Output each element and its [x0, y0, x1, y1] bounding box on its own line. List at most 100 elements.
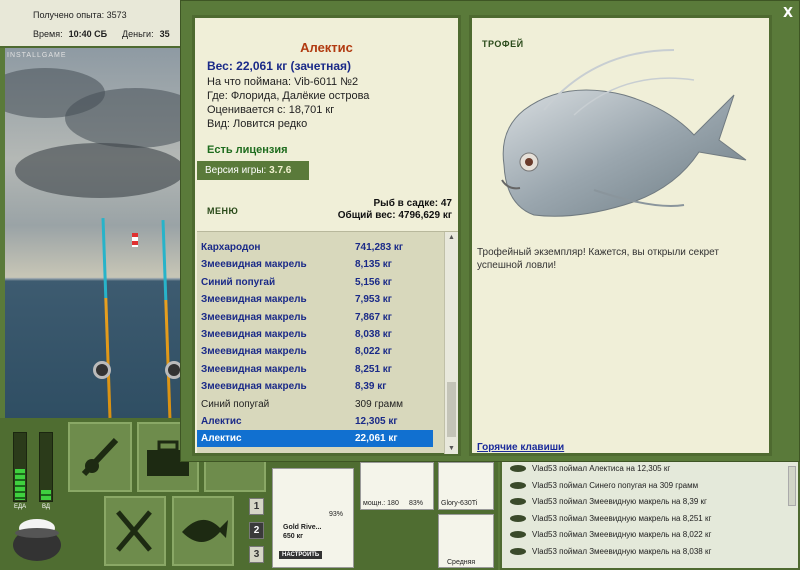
cauldron-icon[interactable] — [10, 513, 65, 566]
catch-list-row[interactable]: Алектис 12,305 кг — [197, 413, 433, 430]
scroll-up-arrow[interactable]: ▲ — [448, 234, 455, 241]
fish-catalog-button[interactable] — [172, 496, 234, 566]
fish-icon — [510, 514, 526, 522]
scroll-thumb[interactable] — [447, 382, 456, 437]
log-entry-text: Vlad53 поймал Алектиса на 12,305 кг — [532, 464, 671, 473]
catch-list-row[interactable]: Змеевидная макрель 8,251 кг — [197, 361, 433, 378]
catch-fish-weight: 309 грамм — [355, 398, 403, 410]
cloud — [15, 143, 185, 198]
log-entry-text: Vlad53 поймал Змеевидную макрель на 8,03… — [532, 547, 712, 556]
catch-fish-name: Алектис — [201, 416, 242, 427]
tackle-button[interactable] — [68, 422, 132, 492]
time-readout: Время: 10:40 СБ — [33, 29, 107, 39]
catch-fish-name: Змеевидная макрель — [201, 259, 307, 271]
watermark: INSTALLGAME — [7, 52, 67, 59]
hotkeys-link[interactable]: Горячие клавиши — [477, 442, 564, 453]
xp-label: Получено опыта: — [33, 10, 105, 20]
fish-picture — [501, 49, 747, 217]
time-value: 10:40 СБ — [68, 29, 108, 39]
fish-name: Алектис — [300, 40, 353, 55]
log-entry-text: Vlad53 поймал Змеевидную макрель на 8,39… — [532, 497, 707, 507]
menu-button[interactable]: МЕНЮ — [207, 206, 238, 216]
rod-weight: 650 кг — [283, 533, 304, 540]
close-button[interactable]: X — [783, 6, 793, 21]
rod-durability: 93% — [329, 511, 344, 518]
catch-fish-weight: 8,251 кг — [355, 363, 392, 375]
catch-fish-name: Змеевидная макрель — [201, 329, 307, 340]
version-label: Версия игры: — [205, 165, 267, 176]
catch-fish-weight: 8,39 кг — [355, 381, 387, 393]
fishing-rod-1[interactable] — [101, 218, 112, 418]
catch-list: ▲ ▼ Кархародон 741,283 кг Змеевидная макре… — [197, 231, 458, 454]
catch-fish-weight: 8,135 кг — [355, 259, 392, 271]
lure-slot[interactable]: Средняя — [438, 514, 494, 568]
catch-fish-weight: 8,038 кг — [355, 329, 392, 340]
fishing-scene[interactable]: INSTALLGAME — [5, 48, 185, 418]
money-value: 35 — [159, 29, 170, 39]
trophy-panel: ТРОФЕЙ Трофейный экземпляр! Кажется, вы … — [469, 15, 772, 456]
catch-fish-weight: 5,156 кг — [355, 276, 392, 288]
location-info: Где: Флорида, Далёкие острова — [207, 90, 370, 102]
catch-fish-name: Кархародон — [201, 242, 261, 253]
catch-list-row[interactable]: Кархародон 741,283 кг — [197, 239, 433, 256]
catch-list-row[interactable]: Синий попугай 309 грамм — [197, 396, 433, 413]
log-entry: Vlad53 поймал Синего попугая на 309 грам… — [510, 481, 698, 490]
catch-fish-name: Змеевидная макрель — [201, 294, 307, 306]
drink-label: ВД — [42, 504, 50, 510]
catch-log: Vlad53 поймал Алектиса на 12,305 кг Vlad5… — [500, 460, 800, 570]
rod-slot-3[interactable]: 3 — [249, 546, 264, 563]
lure-label: Средняя — [447, 559, 476, 566]
catch-fish-weight: 12,305 кг — [355, 416, 398, 427]
catch-list-row[interactable]: Змеевидная макрель 8,135 кг — [197, 256, 433, 273]
reel-1[interactable] — [93, 361, 111, 379]
rated-from-info: Оценивается с: 18,701 кг — [207, 104, 335, 116]
status-bar: Получено опыта: 3573 Время: 10:40 СБ День… — [0, 0, 185, 48]
catch-list-row[interactable]: Змеевидная макрель 7,953 кг — [197, 291, 433, 308]
eat-button[interactable] — [104, 496, 166, 566]
reel-durability: 83% — [409, 500, 424, 507]
fish-icon — [510, 465, 526, 472]
catch-fish-weight: 7,953 кг — [355, 294, 392, 306]
catch-list-scrollbar[interactable]: ▲ ▼ — [444, 232, 458, 454]
rarity-info: Вид: Ловится редко — [207, 118, 308, 130]
fish-icon — [510, 481, 526, 489]
catch-list-row[interactable]: Алектис 22,061 кг — [197, 430, 433, 448]
catch-fish-name: Змеевидная макрель — [201, 311, 307, 323]
catch-list-row[interactable]: Змеевидная макрель 8,038 кг — [197, 326, 433, 343]
catch-fish-weight: 22,061 кг — [355, 433, 398, 445]
log-entry: Vlad53 поймал Змеевидную макрель на 8,39… — [510, 497, 707, 506]
log-scrollbar[interactable] — [788, 466, 796, 506]
food-label: ЕДА — [14, 504, 27, 510]
rod-slot-2[interactable]: 2 — [249, 522, 264, 539]
rod-slot-1[interactable]: 1 — [249, 498, 264, 515]
fish-icon — [510, 531, 526, 539]
fish-icon — [182, 519, 228, 542]
reel-slot[interactable]: мощн.: 180 83% — [360, 462, 434, 510]
catch-fish-name: Змеевидная макрель — [201, 381, 307, 393]
scroll-down-arrow[interactable]: ▼ — [448, 445, 455, 452]
catch-list-row[interactable]: Змеевидная макрель 8,022 кг — [197, 343, 433, 360]
catch-list-row[interactable]: Синий попугай 5,156 кг — [197, 274, 433, 291]
catch-list-row[interactable]: Змеевидная макрель 7,867 кг — [197, 309, 433, 326]
cloud — [65, 88, 185, 148]
rod-slot[interactable]: Gold Rive... 650 кг 93% НАСТРОИТЬ — [272, 468, 354, 568]
line-slot[interactable]: Glory-630Ti — [438, 462, 494, 510]
money-label: Деньги: — [122, 29, 154, 39]
fishing-rod-2[interactable] — [161, 220, 172, 418]
log-entry: Vlad53 поймал Змеевидную макрель на 8,03… — [510, 547, 711, 556]
log-entry: Vlad53 поймал Алектиса на 12,305 кг — [510, 464, 670, 473]
catch-list-row[interactable]: Змеевидная макрель 8,39 кг — [197, 378, 433, 395]
fish-icon — [510, 498, 526, 506]
catch-fish-name: Алектис — [201, 433, 242, 445]
fish-weight: Вес: 22,061 кг (зачетная) — [207, 59, 352, 73]
fish-info-panel: Алектис Вес: 22,061 кг (зачетная) На что… — [192, 15, 461, 456]
catch-fish-weight: 7,867 кг — [355, 311, 392, 323]
setup-button[interactable]: НАСТРОИТЬ — [279, 551, 323, 559]
cage-summary: Рыб в садке: 47 Общий вес: 4796,629 кг — [338, 198, 452, 222]
drink-gauge-fill — [41, 489, 51, 500]
fork-knife-icon — [116, 510, 152, 552]
catch-fish-name: Змеевидная макрель — [201, 346, 307, 358]
catch-fish-name: Синий попугай — [201, 398, 270, 410]
fish-icon — [510, 548, 526, 555]
log-entry-text: Vlad53 поймал Синего попугая на 309 грам… — [532, 480, 699, 490]
